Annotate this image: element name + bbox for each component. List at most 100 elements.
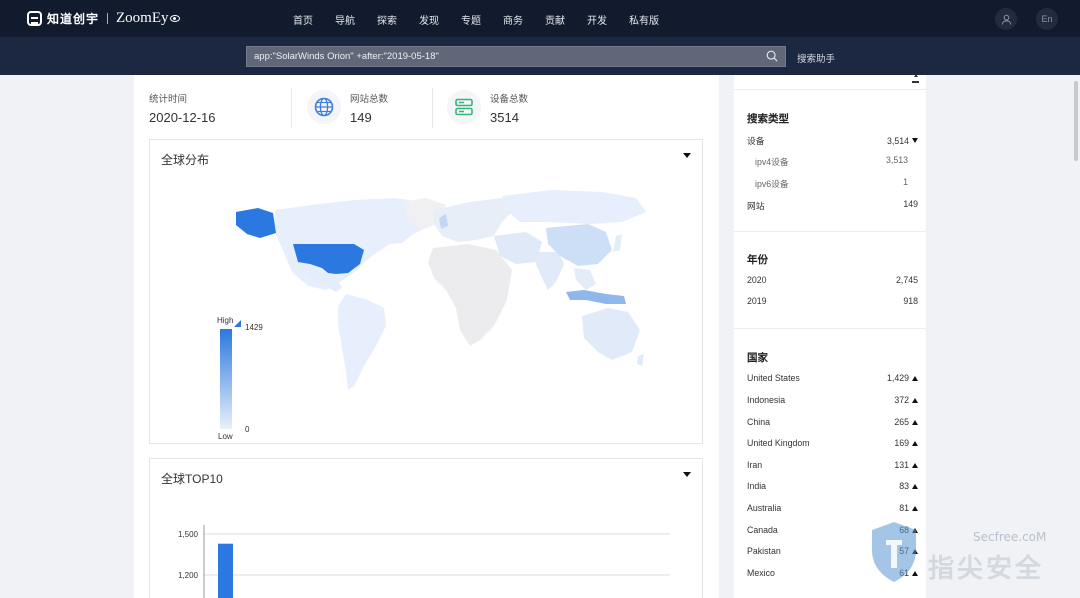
row-label: United States [747,373,800,383]
filter-row-devices[interactable]: 设备 3,514 [747,134,918,147]
map-russia[interactable] [502,190,646,224]
search-input[interactable] [247,47,757,66]
row-label: Indonesia [747,395,786,405]
top-navbar: 知道创宇 ZoomEy 首页 导航 探索 发现 专题 商务 贡献 开发 私有版 … [0,0,1080,37]
row-label: 2019 [747,296,767,306]
logo-separator [107,13,109,24]
row-label: ipv4设备 [755,157,789,167]
arrow-up-icon[interactable] [912,440,918,446]
stat-websites-value: 149 [350,110,372,125]
legend-low-label: Low [218,432,233,441]
arrow-up-icon[interactable] [912,375,918,381]
server-icon [447,90,481,124]
stat-devices: 设备总数 3514 [490,91,528,125]
filter-row-ipv4[interactable]: ipv4设备 3,513 [755,155,908,168]
filter-row-country[interactable]: Australia 81 [747,503,918,513]
scrollbar-thumb[interactable] [1074,81,1078,161]
main-nav: 首页 导航 探索 发现 专题 商务 贡献 开发 私有版 [293,12,681,27]
row-count: 265 [894,417,909,427]
row-count: 83 [899,481,909,491]
row-count: 1,429 [886,373,909,383]
bar-united-states[interactable] [218,543,233,598]
stat-time-label: 统计时间 [149,94,188,105]
map-se-asia[interactable] [574,268,596,290]
row-count: 372 [894,395,909,405]
map-alaska[interactable] [236,208,276,238]
search-icon[interactable] [766,50,778,62]
collapse-handle[interactable] [912,74,920,84]
nav-discover[interactable]: 发现 [419,12,439,27]
nav-directory[interactable]: 导航 [335,12,355,27]
nav-home[interactable]: 首页 [293,12,313,27]
watermark-text: Secfree.coM [973,530,1047,544]
search-helper-link[interactable]: 搜索助手 [797,51,835,65]
filter-row-country[interactable]: United States 1,429 [747,373,918,383]
chevron-down-icon[interactable] [912,138,918,143]
filter-row-ipv6[interactable]: ipv6设备 1 [755,177,908,190]
row-count: 1 [903,177,908,187]
filter-row-country[interactable]: United Kingdom 169 [747,438,918,448]
nav-private[interactable]: 私有版 [629,12,659,27]
divider [734,328,926,329]
stat-divider [432,88,433,128]
filter-row-country[interactable]: Indonesia 372 [747,395,918,405]
nav-contribute[interactable]: 贡献 [545,12,565,27]
stat-devices-label: 设备总数 [490,94,529,105]
nav-business[interactable]: 商务 [503,12,523,27]
arrow-up-icon[interactable] [912,419,918,425]
stat-time: 统计时间 2020-12-16 [149,91,216,125]
main-content: 统计时间 2020-12-16 网站总数 149 设备总数 3514 全球分布 [134,75,719,598]
row-label: India [747,481,767,491]
stat-divider [291,88,292,128]
legend-high-label: High [217,316,234,325]
filter-row-country[interactable]: Iran 131 [747,460,918,470]
user-icon [1001,14,1011,25]
y-tick-label: 1,200 [178,571,199,580]
language-button[interactable]: En [1036,8,1058,30]
row-count: 149 [903,199,918,209]
user-button[interactable] [995,8,1017,30]
row-label: Australia [747,503,782,513]
filter-row-websites[interactable]: 网站 149 [747,199,918,212]
map-south-america[interactable] [338,294,386,390]
filter-row-country[interactable]: India 83 [747,481,918,491]
shield-icon [872,522,916,582]
arrow-up-icon[interactable] [912,505,918,511]
row-label: Canada [747,525,778,535]
brand-logo[interactable]: 知道创宇 ZoomEy [27,10,180,27]
row-label: United Kingdom [747,438,810,448]
map-japan[interactable] [613,234,622,252]
map-australia[interactable] [582,308,640,360]
arrow-up-icon[interactable] [912,397,918,403]
nav-develop[interactable]: 开发 [587,12,607,27]
row-label: 设备 [747,136,765,146]
watermark-cn: 指尖安全 [928,553,1045,583]
row-count: 3,513 [885,155,908,165]
legend-handle[interactable] [234,320,241,327]
arrow-up-icon[interactable] [912,483,918,489]
filter-row-country[interactable]: China 265 [747,417,918,427]
row-label: ipv6设备 [755,179,789,189]
brand-name-cn: 知道创宇 [47,12,100,26]
search-bar: 搜索助手 [0,37,1080,75]
arrow-up-icon[interactable] [912,462,918,468]
map-india[interactable] [536,252,564,290]
nav-explore[interactable]: 探索 [377,12,397,27]
row-label: Pakistan [747,546,781,556]
filter-row-2020[interactable]: 2020 2,745 [747,275,918,285]
page-scrollbar[interactable] [1072,75,1080,598]
map-africa[interactable] [428,244,512,346]
world-map [236,190,646,390]
divider [734,231,926,232]
row-label: 网站 [747,201,765,211]
row-count: 81 [899,503,909,513]
filter-row-2019[interactable]: 2019 918 [747,296,918,306]
stat-websites: 网站总数 149 [350,91,388,125]
legend-gradient-bar[interactable] [220,329,232,429]
search-type-title: 搜索类型 [747,113,789,125]
global-top10-panel: 全球TOP10 1,200 1,500 [149,458,703,598]
map-new-zealand[interactable] [637,354,644,366]
nav-topics[interactable]: 专题 [461,12,481,27]
map-indonesia[interactable] [566,290,626,304]
stat-time-value: 2020-12-16 [149,110,216,125]
